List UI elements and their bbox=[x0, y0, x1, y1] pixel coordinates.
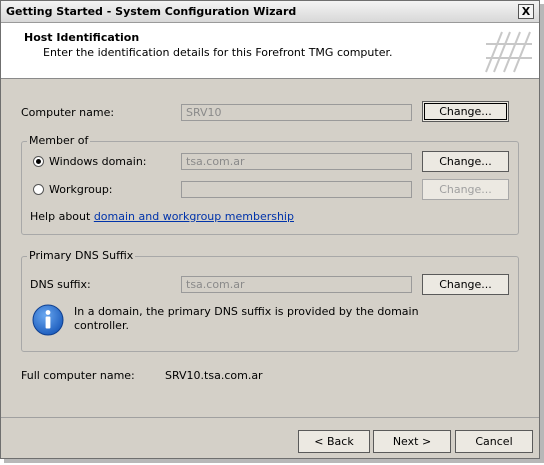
windows-domain-change-button[interactable]: Change... bbox=[422, 151, 509, 172]
help-text: Help about domain and workgroup membersh… bbox=[30, 210, 294, 223]
help-prefix: Help about bbox=[30, 210, 94, 223]
window-title: Getting Started - System Configuration W… bbox=[6, 5, 297, 18]
next-button[interactable]: Next > bbox=[373, 430, 451, 453]
workgroup-radio[interactable] bbox=[33, 184, 44, 195]
dns-suffix-label: DNS suffix: bbox=[30, 278, 91, 291]
title-bar[interactable]: Getting Started - System Configuration W… bbox=[1, 1, 539, 23]
dns-info-line1: In a domain, the primary DNS suffix is p… bbox=[74, 305, 419, 318]
membership-help-link[interactable]: domain and workgroup membership bbox=[94, 210, 294, 223]
computer-name-label: Computer name: bbox=[21, 106, 115, 119]
dns-suffix-legend: Primary DNS Suffix bbox=[27, 249, 136, 262]
workgroup-label: Workgroup: bbox=[49, 183, 113, 196]
close-icon[interactable]: X bbox=[518, 4, 534, 19]
window-shadow-right bbox=[540, 4, 544, 463]
footer-divider bbox=[1, 417, 539, 418]
windows-domain-label: Windows domain: bbox=[49, 155, 147, 168]
back-button[interactable]: < Back bbox=[298, 430, 370, 453]
info-icon bbox=[32, 304, 64, 336]
computer-name-change-button[interactable]: Change... bbox=[422, 101, 509, 122]
windows-domain-field: tsa.com.ar bbox=[181, 153, 412, 170]
wizard-header: Host Identification Enter the identifica… bbox=[1, 23, 539, 79]
windows-domain-radio[interactable] bbox=[33, 156, 44, 167]
page-title: Host Identification bbox=[24, 31, 140, 44]
dns-info-line2: controller. bbox=[74, 319, 129, 332]
computer-name-field: SRV10 bbox=[181, 104, 412, 121]
wizard-logo bbox=[482, 26, 534, 76]
full-computer-name-label: Full computer name: bbox=[21, 369, 135, 382]
dns-suffix-field: tsa.com.ar bbox=[181, 276, 412, 293]
window-shadow-bottom bbox=[4, 459, 544, 463]
workgroup-change-button[interactable]: Change... bbox=[422, 179, 509, 200]
wizard-window: Getting Started - System Configuration W… bbox=[0, 0, 540, 459]
dns-suffix-group bbox=[21, 256, 519, 352]
page-subtitle: Enter the identification details for thi… bbox=[43, 46, 393, 59]
dns-suffix-change-button[interactable]: Change... bbox=[422, 274, 509, 295]
full-computer-name-value: SRV10.tsa.com.ar bbox=[165, 369, 263, 382]
member-of-legend: Member of bbox=[27, 134, 91, 147]
cancel-button[interactable]: Cancel bbox=[455, 430, 533, 453]
workgroup-field bbox=[181, 181, 412, 198]
